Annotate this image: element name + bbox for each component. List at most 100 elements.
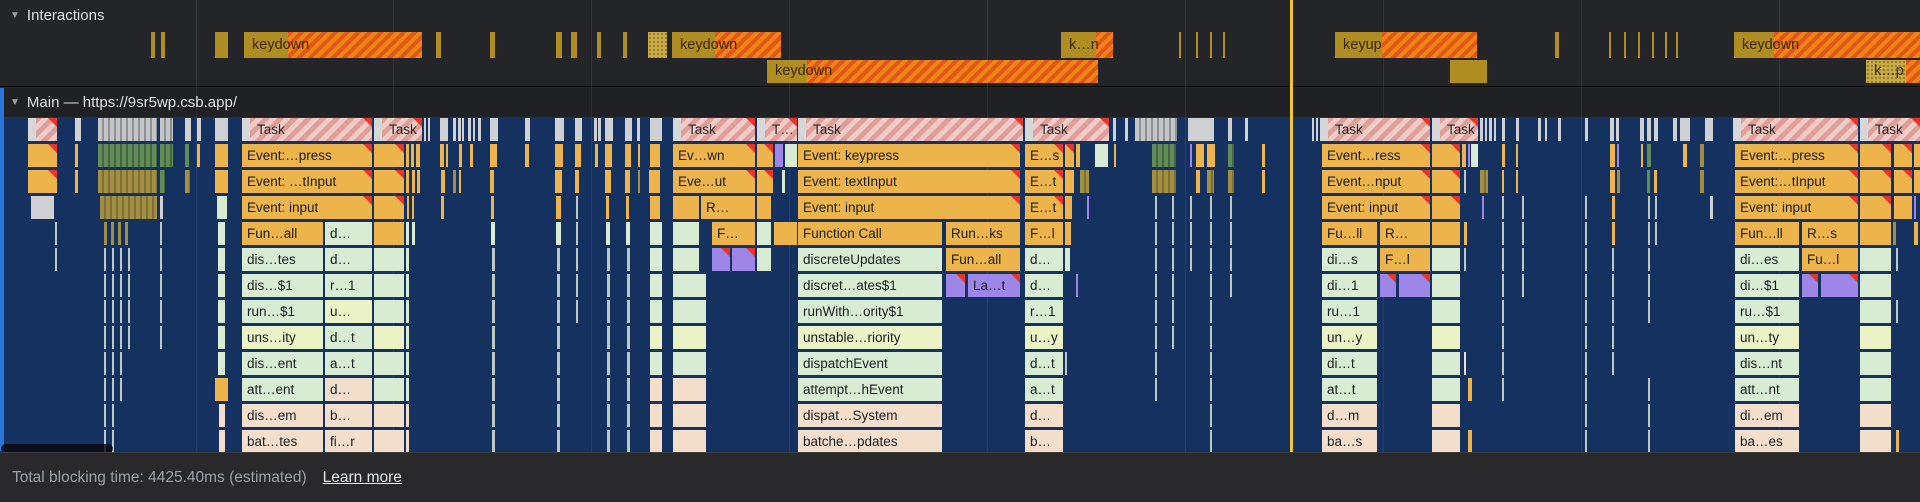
flame-bar[interactable]: att…nt bbox=[1735, 378, 1799, 401]
flame-bar[interactable]: Event…nput bbox=[1322, 170, 1430, 193]
flame-bar[interactable] bbox=[606, 222, 610, 245]
flame-bar[interactable]: d… bbox=[325, 248, 372, 271]
flame-bar[interactable] bbox=[650, 378, 662, 401]
interaction-bar[interactable] bbox=[215, 32, 228, 58]
flame-bar[interactable] bbox=[104, 404, 106, 427]
flame-bar[interactable] bbox=[1172, 248, 1174, 271]
flame-bar[interactable] bbox=[1502, 222, 1504, 245]
flame-bar[interactable] bbox=[417, 170, 420, 193]
flame-bar[interactable] bbox=[637, 118, 640, 141]
interaction-bar[interactable] bbox=[1638, 32, 1640, 58]
flame-bar[interactable] bbox=[1502, 248, 1504, 271]
flame-bar[interactable] bbox=[1585, 378, 1587, 401]
flame-bar[interactable] bbox=[555, 170, 562, 193]
flame-bar[interactable]: uns…ity bbox=[242, 326, 323, 349]
flame-bar[interactable] bbox=[650, 196, 660, 219]
flame-bar[interactable]: u…y bbox=[1025, 326, 1063, 349]
flame-bar[interactable] bbox=[1432, 248, 1460, 271]
flame-bar[interactable] bbox=[673, 222, 699, 245]
flame-bar[interactable]: dis…$1 bbox=[242, 274, 323, 297]
flame-bar[interactable] bbox=[111, 222, 114, 245]
flame-bar[interactable] bbox=[406, 248, 409, 271]
flame-bar[interactable] bbox=[428, 118, 430, 141]
flame-bar[interactable] bbox=[1228, 170, 1234, 193]
flame-bar[interactable] bbox=[1480, 118, 1483, 141]
flame-bar[interactable] bbox=[28, 118, 57, 141]
flame-bar[interactable] bbox=[1647, 144, 1651, 167]
flame-bar[interactable] bbox=[1585, 248, 1587, 271]
flame-bar[interactable] bbox=[1076, 274, 1078, 297]
flame-bar[interactable] bbox=[650, 144, 660, 167]
flame-bar[interactable] bbox=[374, 170, 404, 193]
flame-bar[interactable] bbox=[1612, 300, 1614, 323]
flame-bar[interactable] bbox=[650, 118, 662, 141]
flame-bar[interactable] bbox=[1432, 300, 1460, 323]
flame-bar[interactable] bbox=[1680, 118, 1690, 141]
flame-bar[interactable] bbox=[1585, 274, 1587, 297]
flame-bar[interactable] bbox=[557, 352, 560, 375]
flame-bar[interactable] bbox=[1585, 196, 1587, 219]
flame-bar[interactable] bbox=[1894, 170, 1912, 193]
flame-bar[interactable] bbox=[1802, 274, 1818, 297]
interaction-bar[interactable] bbox=[648, 32, 667, 58]
flame-bar[interactable] bbox=[491, 222, 495, 245]
flame-bar[interactable] bbox=[1464, 352, 1466, 375]
flame-bar[interactable] bbox=[1558, 118, 1561, 141]
flame-bar[interactable] bbox=[1860, 430, 1891, 453]
flame-bar[interactable]: Event: …tInput bbox=[242, 170, 372, 193]
flame-bar[interactable] bbox=[594, 118, 597, 141]
flame-bar[interactable] bbox=[374, 352, 404, 375]
flame-bar[interactable] bbox=[492, 300, 495, 323]
flame-bar[interactable] bbox=[1640, 118, 1644, 141]
flame-bar[interactable] bbox=[218, 326, 225, 349]
flame-bar[interactable] bbox=[112, 326, 114, 349]
flame-bar[interactable] bbox=[782, 170, 785, 193]
flame-bar[interactable] bbox=[626, 222, 630, 245]
flame-bar[interactable] bbox=[712, 248, 730, 271]
flame-bar[interactable]: batche…pdates bbox=[798, 430, 942, 453]
flame-bar[interactable] bbox=[1585, 430, 1587, 453]
flame-bar[interactable] bbox=[1065, 352, 1067, 375]
flame-bar[interactable] bbox=[478, 118, 481, 141]
flame-bar[interactable]: discreteUpdates bbox=[798, 248, 942, 271]
flame-bar[interactable] bbox=[557, 404, 560, 427]
flame-bar[interactable] bbox=[1228, 144, 1234, 167]
flame-bar[interactable]: dispat…System bbox=[798, 404, 942, 427]
flame-bar[interactable] bbox=[605, 144, 612, 167]
flame-bar[interactable]: Event: keypress bbox=[798, 144, 1020, 167]
flame-bar[interactable]: Event:…press bbox=[1735, 144, 1858, 167]
flame-bar[interactable]: attempt…hEvent bbox=[798, 378, 942, 401]
flame-bar[interactable]: di…$1 bbox=[1735, 274, 1799, 297]
flame-bar[interactable] bbox=[575, 144, 581, 167]
flame-bar[interactable]: r…1 bbox=[1025, 300, 1063, 323]
flame-bar[interactable] bbox=[607, 352, 610, 375]
flame-bar[interactable] bbox=[120, 248, 122, 271]
flame-bar[interactable] bbox=[1316, 118, 1318, 141]
flame-bar[interactable] bbox=[1172, 274, 1174, 297]
flame-bar[interactable] bbox=[1860, 326, 1891, 349]
flame-bar[interactable] bbox=[218, 274, 225, 297]
flame-bar[interactable] bbox=[1462, 144, 1466, 167]
flame-bar[interactable]: Eve…ut bbox=[673, 170, 755, 193]
flame-bar[interactable] bbox=[1502, 378, 1504, 401]
flame-bar[interactable] bbox=[1230, 248, 1232, 271]
flame-bar[interactable] bbox=[556, 222, 561, 245]
flame-bar[interactable]: a…t bbox=[325, 352, 372, 375]
flame-bar[interactable]: d… bbox=[325, 378, 372, 401]
flame-bar[interactable] bbox=[459, 170, 461, 193]
flame-bar[interactable] bbox=[1196, 144, 1204, 167]
flame-bar[interactable] bbox=[1648, 274, 1650, 297]
flame-bar[interactable]: Task bbox=[1733, 118, 1858, 141]
flame-bar[interactable] bbox=[459, 144, 462, 167]
flame-bar[interactable] bbox=[120, 326, 122, 349]
flame-bar[interactable] bbox=[732, 248, 755, 271]
flame-bar[interactable] bbox=[605, 118, 613, 141]
flame-bar[interactable]: Fun…ll bbox=[1735, 222, 1799, 245]
flame-bar[interactable] bbox=[185, 170, 190, 193]
flame-bar[interactable] bbox=[120, 378, 122, 401]
flame-bar[interactable]: d… bbox=[1025, 404, 1063, 427]
flame-bar[interactable] bbox=[607, 430, 610, 453]
flame-bar[interactable] bbox=[673, 300, 706, 323]
flame-bar[interactable] bbox=[1648, 404, 1650, 427]
flame-bar[interactable]: ba…es bbox=[1735, 430, 1799, 453]
